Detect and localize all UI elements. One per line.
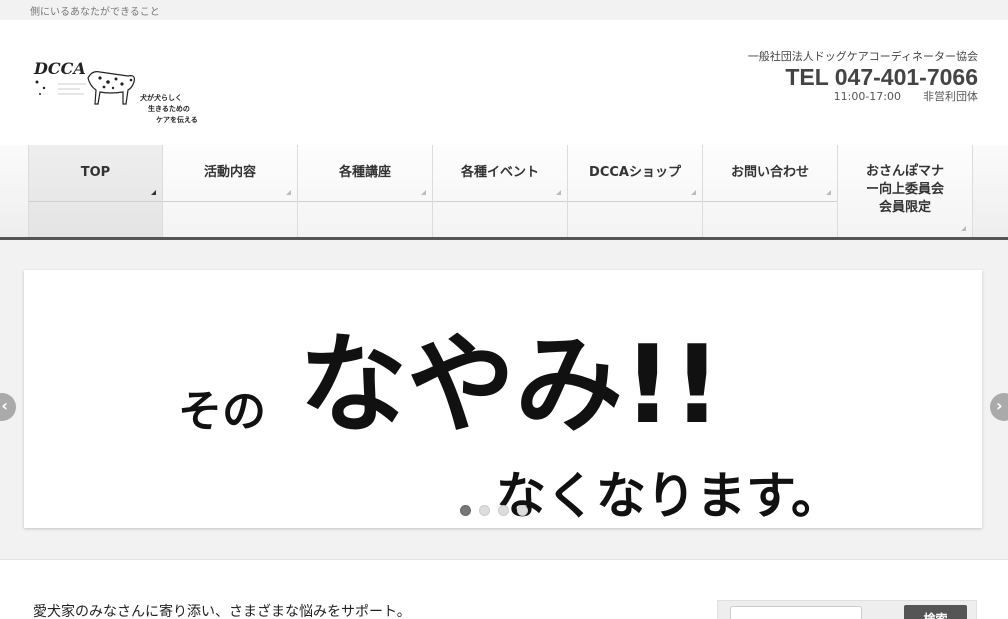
slide-text-sub: なくなります。 <box>496 467 841 525</box>
phone-number[interactable]: TEL 047-401-7066 <box>748 64 978 90</box>
nav-item-events[interactable]: 各種イベント <box>433 145 568 237</box>
nav-label: TOP <box>80 165 111 180</box>
submenu-corner-icon <box>151 190 156 195</box>
slider-dot[interactable] <box>498 505 509 516</box>
logo-brand-text: DCCA <box>33 59 86 78</box>
logo-slogan-1: 犬が犬らしく <box>140 93 182 102</box>
intro-text: 愛犬家のみなさんに寄り添い、さまざまな悩みをサポート。 <box>33 604 411 619</box>
nav-label: DCCAショップ <box>589 165 681 180</box>
slide-image[interactable]: その なやみ!! なくなります。 <box>24 270 982 528</box>
slider-dot[interactable] <box>460 505 471 516</box>
hero-slider: その なやみ!! なくなります。 ‹ › <box>0 243 1008 559</box>
submenu-corner-icon <box>556 190 561 195</box>
hours-line: 11:00-17:00 非営利団体 <box>748 90 978 104</box>
logo-slogan-3: ケアを伝える <box>156 115 198 124</box>
nav-item-members-only[interactable]: おさんぽマナー向上委員会会員限定 <box>838 145 973 237</box>
dalmatian-logo-icon: DCCA 犬が犬らしく 生きるための ケアを伝える <box>33 59 198 124</box>
submenu-corner-icon <box>961 226 966 231</box>
nav-item-contact[interactable]: お問い合わせ <box>703 145 838 237</box>
nav-item-shop[interactable]: DCCAショップ <box>568 145 703 237</box>
top-bar: 側にいるあなたができること <box>0 0 1008 20</box>
search-button[interactable]: 検索 <box>904 605 967 619</box>
main-nav: TOP 活動内容 各種講座 各種イベント DCCAショップ お問い合わせ おさん… <box>0 145 1008 240</box>
submenu-corner-icon <box>826 190 831 195</box>
search-input[interactable] <box>730 606 862 619</box>
slider-prev-icon[interactable]: ‹ <box>0 393 16 421</box>
site-header: DCCA 犬が犬らしく 生きるための ケアを伝える 一般社団法人ドッグケアコーデ… <box>0 20 1008 145</box>
nav-item-activities[interactable]: 活動内容 <box>163 145 298 237</box>
nav-item-courses[interactable]: 各種講座 <box>298 145 433 237</box>
slider-pagination <box>460 505 528 516</box>
nav-item-top[interactable]: TOP <box>28 145 163 237</box>
submenu-corner-icon <box>421 190 426 195</box>
nav-label: おさんぽマナー向上委員会会員限定 <box>865 164 944 215</box>
slider-dot[interactable] <box>517 505 528 516</box>
slider-next-icon[interactable]: › <box>990 393 1008 421</box>
site-tagline: 側にいるあなたができること <box>30 7 160 18</box>
nav-label: 活動内容 <box>203 165 256 180</box>
nav-label: お問い合わせ <box>730 165 809 180</box>
submenu-corner-icon <box>691 190 696 195</box>
slide-text-small: その <box>178 386 266 437</box>
org-name: 一般社団法人ドッグケアコーディネーター協会 <box>747 50 978 63</box>
site-logo[interactable]: DCCA 犬が犬らしく 生きるための ケアを伝える <box>30 56 202 128</box>
org-type: 非営利団体 <box>923 90 978 103</box>
slide-text-big: なやみ!! <box>299 323 722 448</box>
main-content: 愛犬家のみなさんに寄り添い、さまざまな悩みをサポート。 検索 <box>0 559 1008 619</box>
submenu-corner-icon <box>286 190 291 195</box>
business-hours: 11:00-17:00 <box>833 90 901 103</box>
contact-block: 一般社団法人ドッグケアコーディネーター協会 TEL 047-401-7066 1… <box>748 50 978 104</box>
nav-label: 各種イベント <box>460 165 539 180</box>
search-widget: 検索 <box>717 600 977 619</box>
nav-label: 各種講座 <box>338 165 391 180</box>
logo-slogan-2: 生きるための <box>148 104 190 113</box>
slider-dot[interactable] <box>479 505 490 516</box>
